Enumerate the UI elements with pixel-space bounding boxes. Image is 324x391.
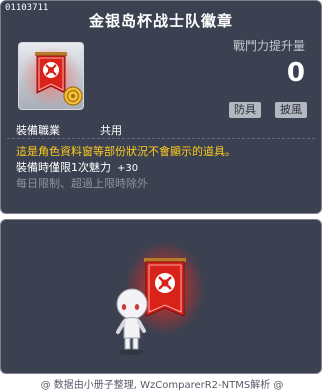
power-label: 戰鬥力提升量 xyxy=(232,39,305,53)
job-label: 裝備職業 xyxy=(16,124,60,137)
item-icon-frame xyxy=(18,42,84,110)
equip-effect-value: +30 xyxy=(117,163,139,174)
gold-coin-icon xyxy=(63,86,83,106)
divider xyxy=(7,138,315,139)
character-preview xyxy=(116,288,148,355)
limit-note: 每日限制、超過上限時除外 xyxy=(16,177,148,190)
job-value: 共用 xyxy=(100,124,122,137)
item-name: 金银岛杯战士队徽章 xyxy=(88,12,233,30)
footer-credit: @ 数据由小册子整理, WzComparerR2-NTMS解析 @ xyxy=(40,380,284,391)
character-preview-panel xyxy=(0,219,322,374)
item-description: 這是角色資料窗等部份狀況不會顯示的道具。 xyxy=(16,145,236,158)
power-value: 0 xyxy=(286,58,305,88)
item-tooltip: 01103711 金银岛杯战士队徽章 戰鬥力提升量 0 防具 披風 裝備職業 共… xyxy=(0,0,322,214)
equip-effect: 裝備時僅限1次魅力 +30 xyxy=(16,159,138,175)
equip-effect-label: 裝備時僅限1次魅力 xyxy=(16,161,111,174)
tag-armor: 防具 xyxy=(229,102,261,118)
tag-cape: 披風 xyxy=(275,102,307,118)
